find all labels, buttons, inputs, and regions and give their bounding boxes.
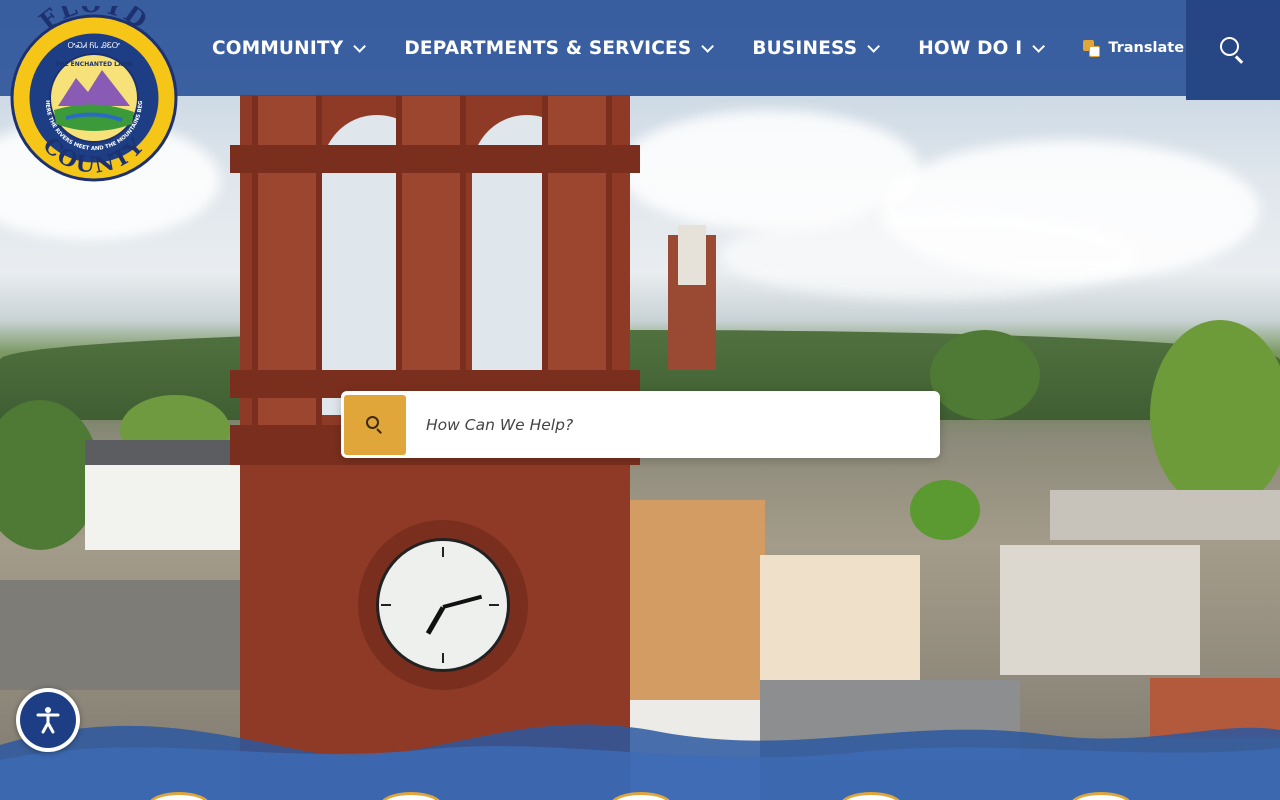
search-icon <box>1220 37 1246 64</box>
seal-cherokee-text: ᎤᏍᏗ ᏲᏓ ᎯᏋᏅ <box>68 41 121 50</box>
nav-how-do-i-label: HOW DO I <box>918 37 1023 59</box>
chevron-down-icon <box>1032 39 1046 53</box>
chevron-down-icon <box>353 39 367 53</box>
header-search-button[interactable] <box>1186 0 1280 100</box>
nav-community-label: COMMUNITY <box>212 37 344 59</box>
translate-button[interactable]: Translate <box>1083 39 1185 57</box>
translate-label: Translate <box>1108 40 1185 56</box>
nav-business[interactable]: BUSINESS <box>752 37 881 59</box>
distant-clock-tower <box>668 225 716 370</box>
site-search-input[interactable] <box>406 394 940 455</box>
accessibility-button[interactable] <box>16 688 80 752</box>
nav-departments-services[interactable]: DEPARTMENTS & SERVICES <box>404 37 715 59</box>
translate-icon <box>1083 39 1101 57</box>
cream-building <box>760 555 920 695</box>
floyd-county-seal-logo[interactable]: FLOYD COUNTY ᎤᏍᏗ ᏲᏓ ᎯᏋᏅ THE ENCHANTED LA… <box>8 6 180 188</box>
site-search-button[interactable] <box>344 394 406 455</box>
accessibility-icon <box>36 707 60 734</box>
tree <box>1150 320 1280 510</box>
tan-building <box>625 500 765 700</box>
nav-departments-label: DEPARTMENTS & SERVICES <box>404 37 692 59</box>
seal-inner-text: THE ENCHANTED LAND <box>55 61 132 68</box>
chevron-down-icon <box>867 39 881 53</box>
main-menu: COMMUNITY DEPARTMENTS & SERVICES BUSINES… <box>212 0 1184 96</box>
chevron-down-icon <box>701 39 715 53</box>
clock-face <box>358 520 528 690</box>
roof <box>1050 490 1280 540</box>
nav-community[interactable]: COMMUNITY <box>212 37 367 59</box>
parking-deck <box>0 580 245 690</box>
tree <box>930 330 1040 420</box>
white-building <box>1000 545 1200 675</box>
nav-how-do-i[interactable]: HOW DO I <box>918 37 1046 59</box>
search-icon <box>366 415 384 434</box>
decorative-wave <box>0 724 1280 800</box>
tree <box>910 480 980 540</box>
cloud <box>720 210 1140 300</box>
nav-business-label: BUSINESS <box>752 37 858 59</box>
site-search-bar <box>341 391 940 458</box>
